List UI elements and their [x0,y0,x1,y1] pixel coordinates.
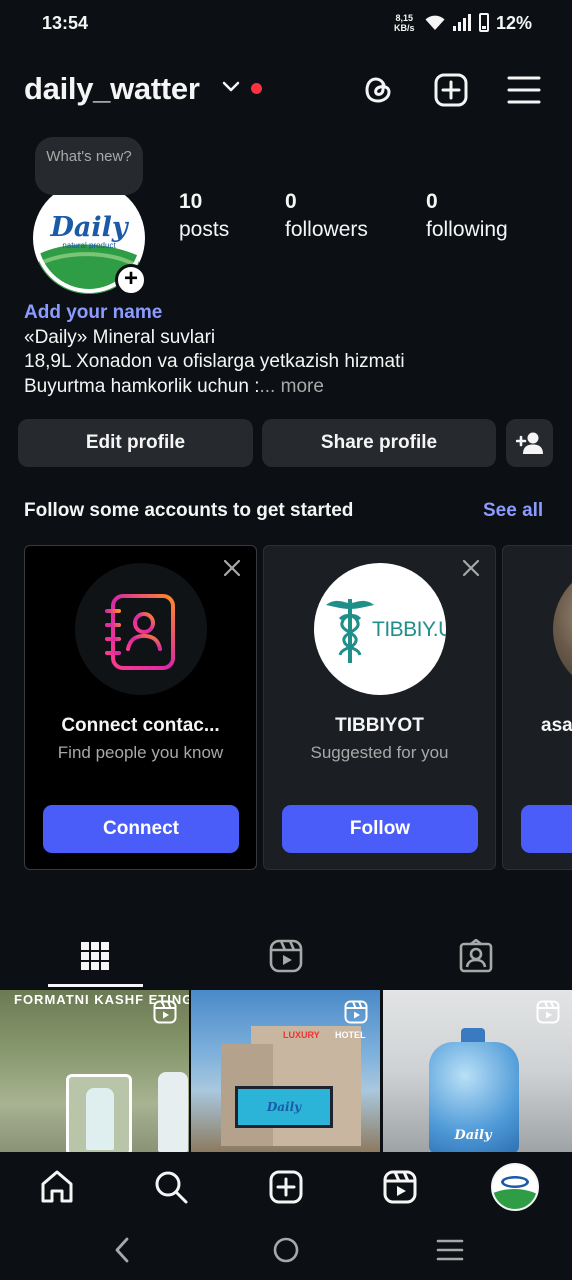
avatar[interactable]: TIBBIY.UZ [314,563,446,695]
threads-icon[interactable] [360,72,396,108]
signal-icon [453,14,471,31]
profile-avatar-container[interactable]: Daily natural product + [33,182,147,296]
avatar [493,1165,537,1209]
grid-post[interactable]: LUXURY HOTEL Daily [191,990,380,1152]
stat-value: 0 [285,190,297,213]
contacts-book-icon [105,594,175,670]
username-switcher[interactable]: daily_watter [24,71,200,107]
discover-people-button[interactable] [506,419,553,467]
battery-percent: 12% [496,13,533,33]
avatar-brand-subtext: natural product [62,241,116,250]
system-home-button[interactable] [266,1232,306,1268]
system-recents-button[interactable] [430,1232,470,1268]
jug-label: Daily [454,1128,492,1143]
search-icon [155,1171,188,1204]
suggestion-card-tibbiyot: TIBBIY.UZ TIBBIYOT Suggested for you Fol… [263,545,496,870]
card-subtitle: Suggested for you [310,743,449,762]
tab-tagged[interactable] [381,925,571,987]
battery-icon [479,13,489,32]
stat-posts[interactable]: 10 posts [179,190,229,242]
reel-icon [536,1000,560,1024]
grid-post[interactable]: Daily [383,990,572,1152]
bottle-image [86,1088,114,1150]
system-back-button[interactable] [102,1232,142,1268]
stat-label: followers [285,218,368,241]
wifi-icon [425,15,445,30]
reels-icon [383,1170,417,1204]
reel-icon [153,1000,177,1024]
stat-value: 0 [426,190,438,213]
home-circle-icon [273,1237,299,1263]
see-all-link[interactable]: See all [483,500,543,522]
card-avatar-text: TIBBIY.UZ [372,618,446,641]
avatar[interactable] [553,563,572,695]
nav-profile-avatar[interactable] [491,1163,539,1211]
bio-more-link[interactable]: ... more [260,376,324,397]
suggestion-card-connect-contacts: Connect contac... Find people you know C… [24,545,257,870]
nav-reels[interactable] [378,1165,422,1209]
posts-grid: FORMATNI KASHF ETING LUXURY HOTEL Daily … [0,990,572,1152]
hotel-sign: HOTEL [335,1030,366,1040]
status-time: 13:54 [42,13,89,33]
add-name-link[interactable]: Add your name [24,301,405,326]
suggestion-card-partial: asa [502,545,572,870]
stat-label: following [426,218,508,241]
bio-line: Buyurtma hamkorlik uchun : [24,375,260,397]
card-name: TIBBIYOT [335,715,424,736]
chevron-down-icon[interactable] [222,80,240,94]
close-icon[interactable] [222,558,242,578]
nav-create[interactable] [264,1165,308,1209]
close-icon[interactable] [461,558,481,578]
connect-button[interactable]: Connect [43,805,239,853]
stat-label: posts [179,218,230,241]
network-speed: 8,15 KB/s [394,13,415,33]
grid-icon [81,942,109,970]
card-name: asa [541,715,572,736]
nav-home[interactable] [35,1165,79,1209]
follow-button[interactable]: Follow [282,805,478,853]
recents-icon [436,1239,464,1261]
status-bar: 13:54 8,15 KB/s 12% [0,0,572,48]
tagged-icon [459,939,493,973]
system-navigation [0,1220,572,1280]
suggestions-title: Follow some accounts to get started [24,500,354,521]
tab-reels[interactable] [191,925,381,987]
bio-line-last: Buyurtma hamkorlik uchun :... more [24,375,405,400]
home-icon [41,1170,73,1203]
back-icon [115,1237,129,1263]
tab-grid[interactable] [0,925,190,987]
active-tab-indicator [48,984,143,987]
avatar-brand-text: Daily [50,212,128,243]
stat-followers[interactable]: 0 followers [285,190,368,242]
notification-dot [251,83,262,94]
profile-bio: Add your name «Daily» Mineral suvlari 18… [24,301,405,399]
create-post-icon[interactable] [433,72,469,108]
add-person-icon [515,432,543,454]
billboard: Daily [235,1086,333,1128]
bio-line: 18,9L Xonadon va ofislarga yetkazish hiz… [24,351,405,372]
card-subtitle: Find people you know [57,743,224,762]
add-story-button[interactable]: + [115,264,147,296]
grid-post[interactable]: FORMATNI KASHF ETING [0,990,189,1152]
nav-search[interactable] [149,1165,193,1209]
card-name: Connect contac... [61,715,220,736]
stat-value: 10 [179,190,203,213]
profile-tabs [0,925,572,987]
share-profile-button[interactable]: Share profile [262,419,496,467]
edit-profile-button[interactable]: Edit profile [18,419,253,467]
bottom-navigation [0,1152,572,1220]
reels-icon [269,939,303,973]
hotel-sign: LUXURY [283,1030,320,1040]
follow-button[interactable] [521,805,572,853]
note-bubble[interactable]: What's new? [35,137,143,195]
stat-following[interactable]: 0 following [426,190,508,242]
reel-icon [344,1000,368,1024]
menu-icon[interactable] [506,72,542,108]
profile-header: daily_watter [0,60,572,120]
contacts-icon-circle [75,563,207,695]
bottle-image [158,1072,188,1152]
bio-line: «Daily» Mineral suvlari [24,326,216,348]
create-icon [269,1170,303,1204]
